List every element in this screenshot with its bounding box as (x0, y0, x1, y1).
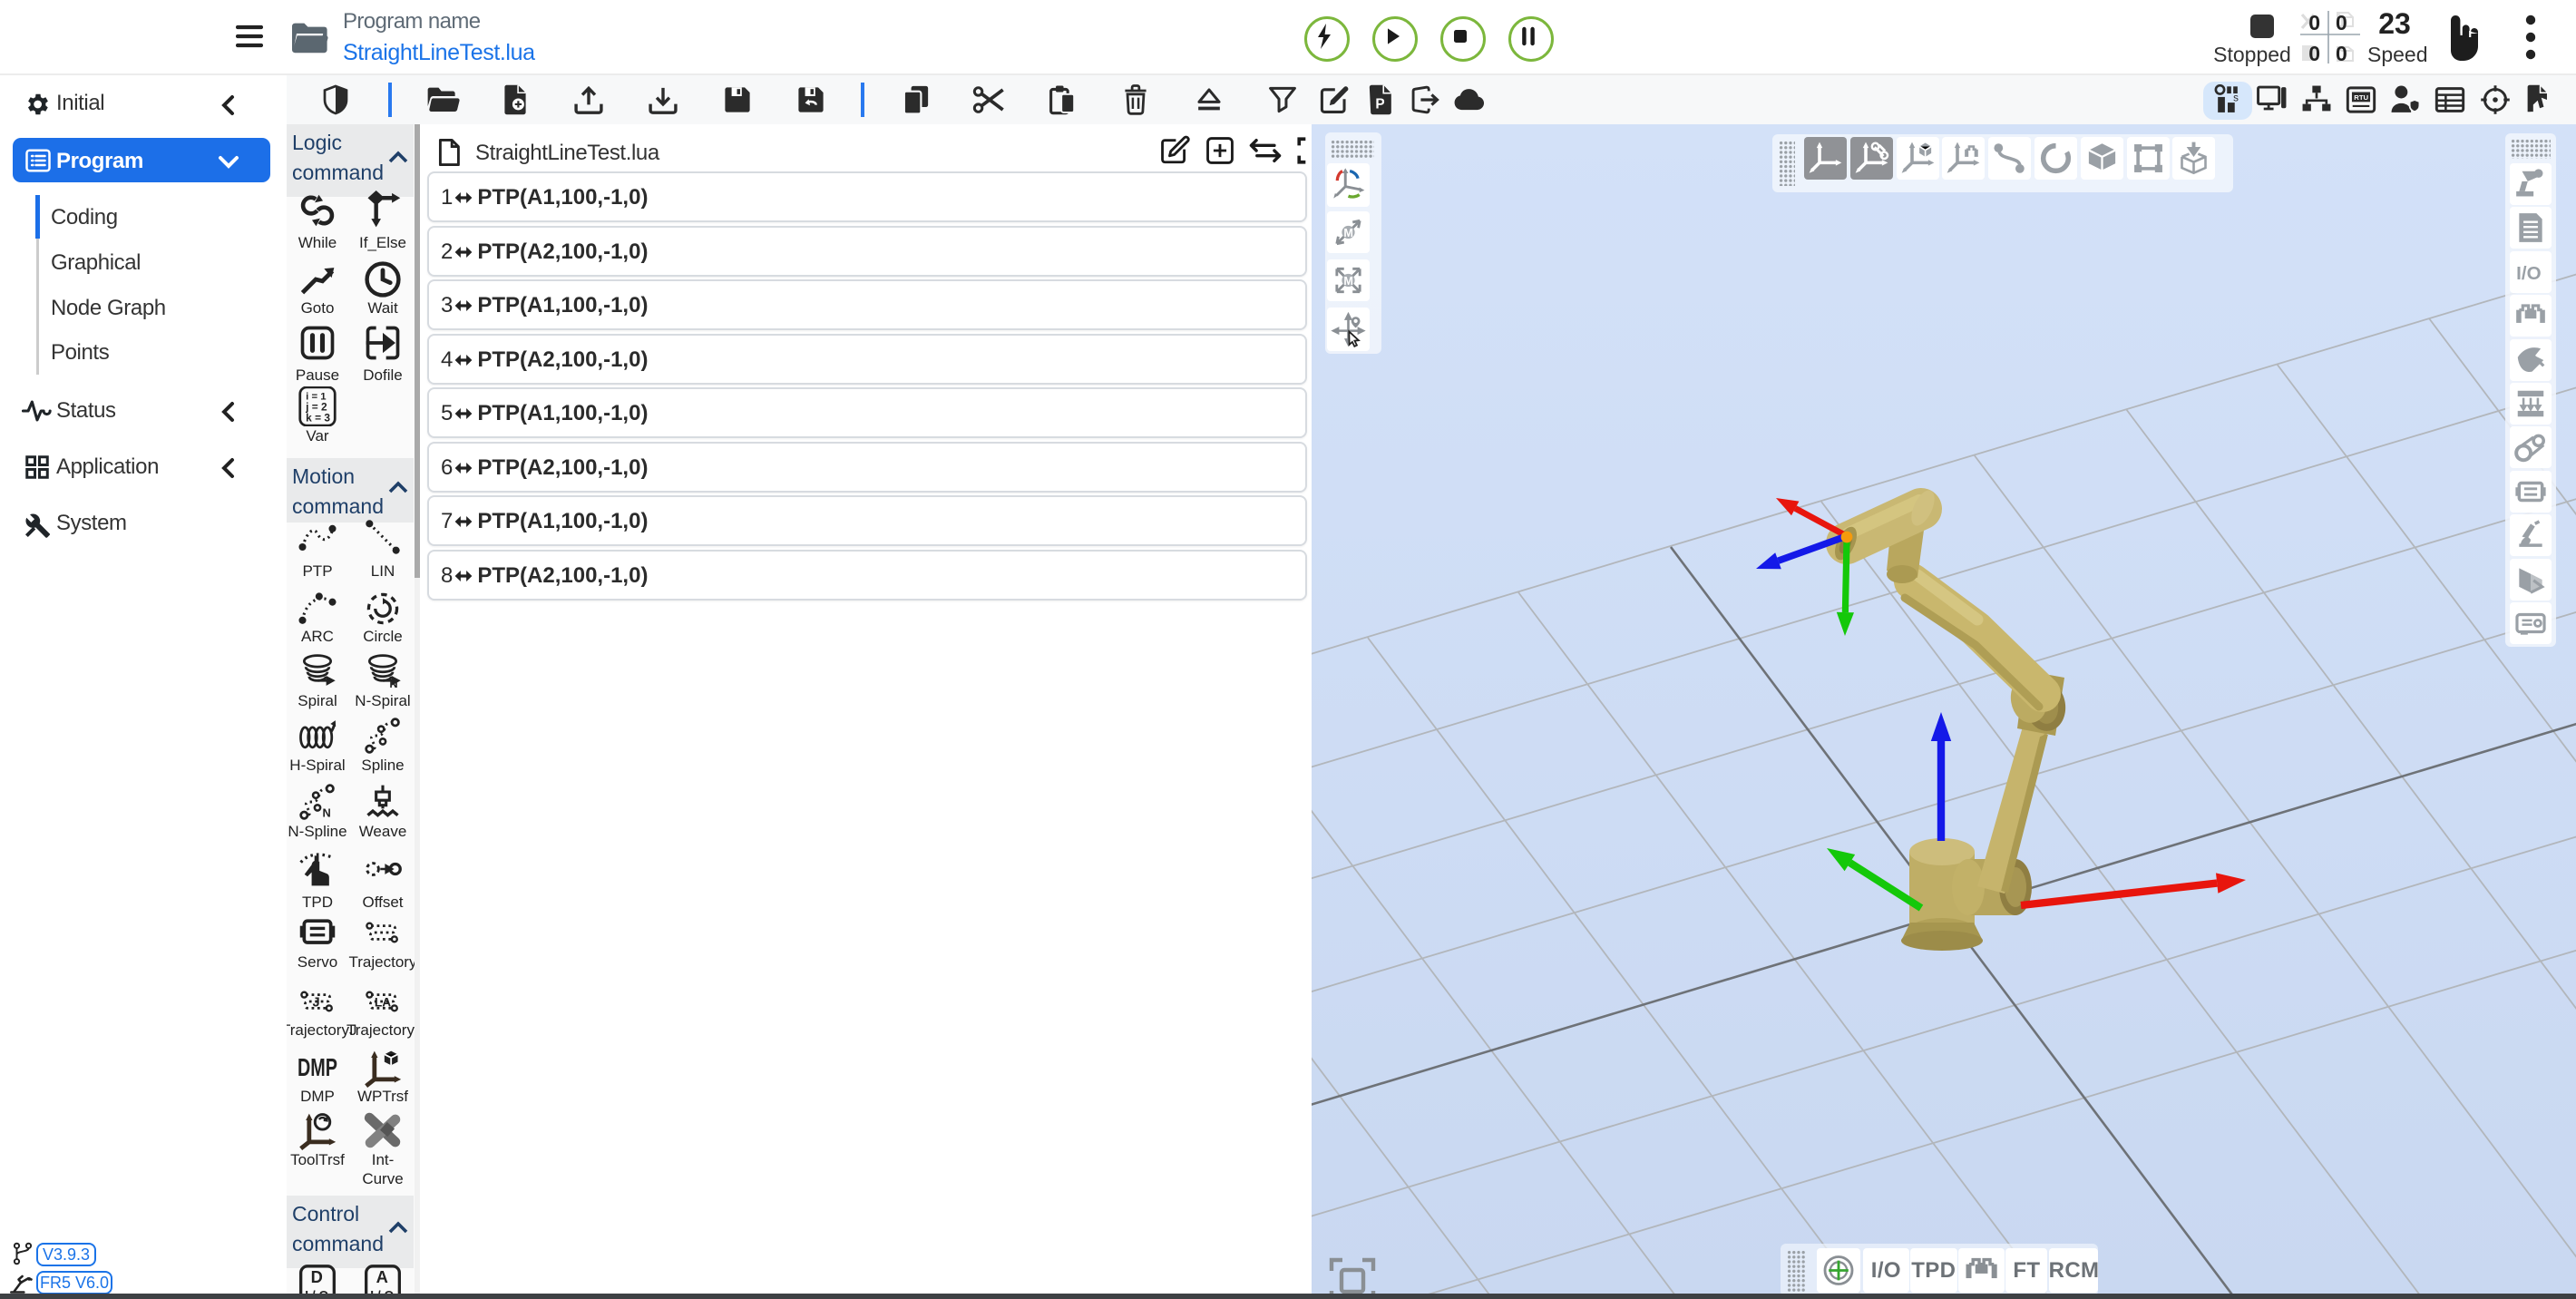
svg-text:J: J (313, 996, 320, 1011)
svg-text:RTU: RTU (2354, 93, 2368, 102)
svg-text:k = 3: k = 3 (306, 412, 330, 425)
svg-text:N: N (323, 806, 331, 820)
svg-text:P: P (1375, 97, 1384, 112)
svg-text:A: A (376, 1267, 388, 1286)
svg-text:s: s (2233, 93, 2239, 104)
svg-text:LA: LA (375, 996, 391, 1010)
svg-text:D: D (311, 1267, 323, 1286)
svg-text:DMP: DMP (298, 1053, 337, 1081)
svg-text:N: N (389, 677, 397, 689)
